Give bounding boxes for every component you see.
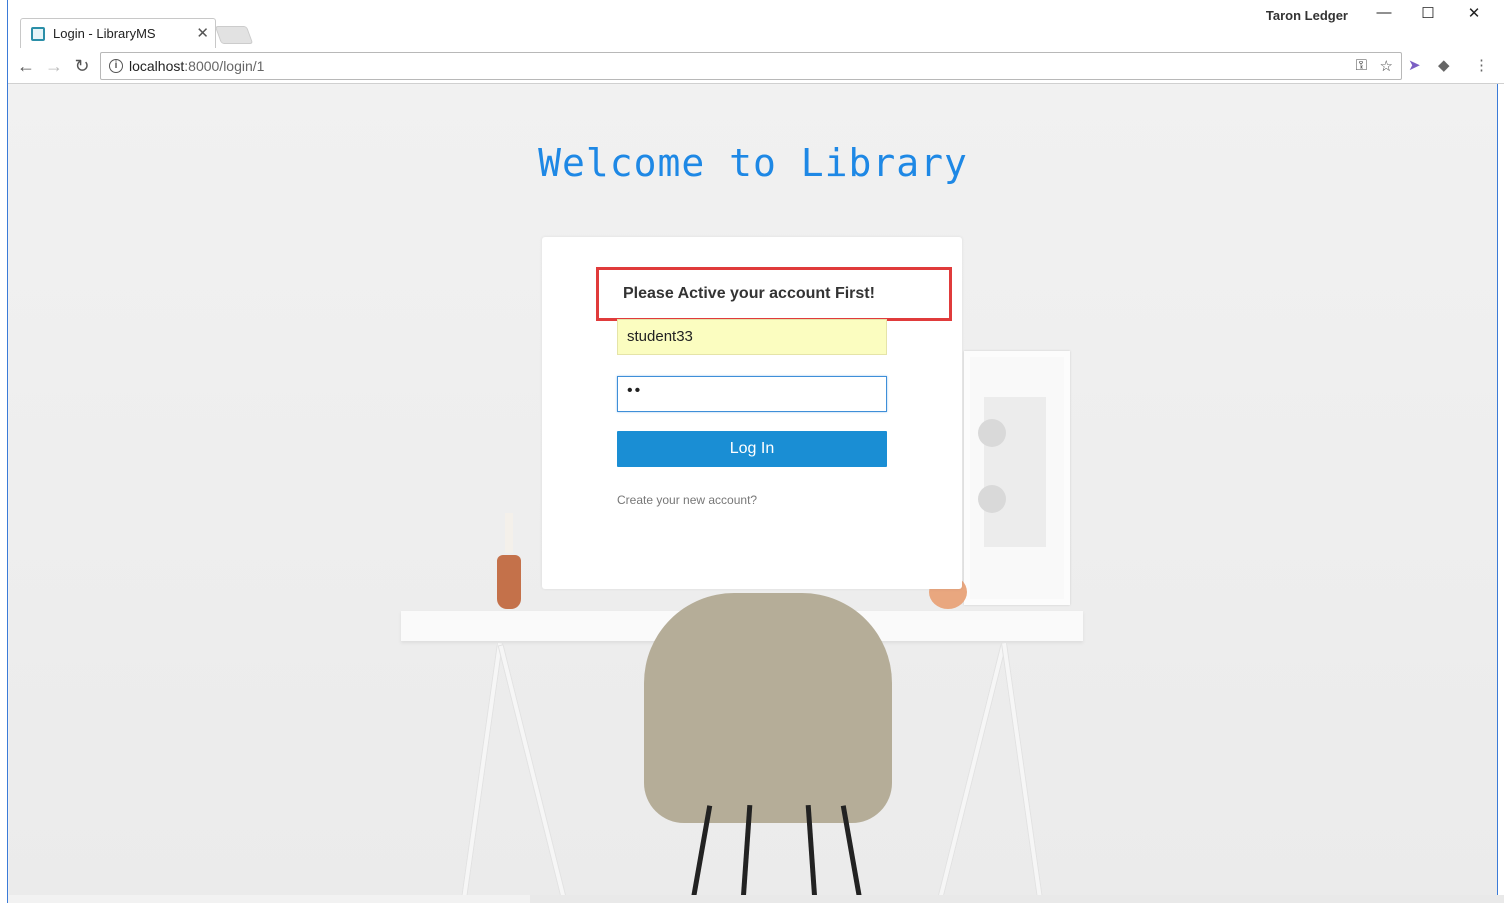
login-button[interactable]: Log In xyxy=(617,431,887,467)
maximize-icon[interactable]: ☐ xyxy=(1408,4,1448,28)
create-account-link[interactable]: Create your new account? xyxy=(617,493,757,507)
alert-message: Please Active your account First! xyxy=(623,285,875,302)
new-tab-button[interactable] xyxy=(214,26,254,44)
candle xyxy=(505,513,513,553)
reload-icon[interactable]: ↻ xyxy=(70,54,94,78)
taskbar-edge xyxy=(530,895,1504,903)
window-edge xyxy=(1497,84,1504,896)
address-bar[interactable]: i localhost:8000/login/1 ⚿ ☆ xyxy=(100,52,1402,80)
url-path: :8000/login/1 xyxy=(184,58,265,74)
frame-artwork xyxy=(978,397,1046,547)
tab-login[interactable]: Login - LibraryMS ✕ xyxy=(20,18,216,48)
page-title: Welcome to Library xyxy=(538,141,968,185)
login-card: Please Active your account First! studen… xyxy=(542,237,962,589)
site-favicon-icon xyxy=(31,27,45,41)
tab-strip: Login - LibraryMS ✕ Taron Ledger — ☐ ✕ xyxy=(8,0,1504,48)
menu-icon[interactable]: ⋮ xyxy=(1474,56,1489,74)
key-icon[interactable]: ⚿ xyxy=(1356,57,1367,74)
url-text: localhost:8000/login/1 xyxy=(129,58,264,74)
forward-icon[interactable]: → xyxy=(42,54,66,78)
art-circle xyxy=(978,419,1006,447)
close-window-icon[interactable]: ✕ xyxy=(1454,4,1494,28)
candle-holder xyxy=(497,555,521,609)
browser-window: Login - LibraryMS ✕ Taron Ledger — ☐ ✕ ←… xyxy=(0,0,1504,903)
password-input[interactable]: •• xyxy=(617,376,887,412)
info-icon[interactable]: i xyxy=(109,59,123,73)
extension-cursor-icon[interactable]: ➤ xyxy=(1408,56,1421,74)
minimize-icon[interactable]: — xyxy=(1364,4,1404,28)
art-circle xyxy=(978,485,1006,513)
username-input[interactable]: student33 xyxy=(617,319,887,355)
desk-leg xyxy=(937,644,1007,895)
tab-title: Login - LibraryMS xyxy=(53,26,156,41)
desk-leg xyxy=(1000,641,1044,895)
close-tab-icon[interactable]: ✕ xyxy=(196,24,209,42)
page-viewport: Welcome to Library Please Active your ac… xyxy=(9,85,1497,895)
url-host: localhost xyxy=(129,58,185,74)
activation-alert: Please Active your account First! xyxy=(596,267,952,321)
picture-frame xyxy=(964,351,1070,605)
desk-leg xyxy=(460,641,504,895)
back-icon[interactable]: ← xyxy=(14,54,38,78)
browser-toolbar: ← → ↻ i localhost:8000/login/1 ⚿ ☆ ➤ ◆ ⋮ xyxy=(8,48,1504,84)
desktop-edge xyxy=(0,0,8,903)
desk-leg xyxy=(497,644,567,895)
bookmark-star-icon[interactable]: ☆ xyxy=(1380,57,1393,75)
profile-name[interactable]: Taron Ledger xyxy=(1266,8,1348,23)
chair xyxy=(644,593,892,823)
dropbox-icon[interactable]: ◆ xyxy=(1438,56,1450,74)
